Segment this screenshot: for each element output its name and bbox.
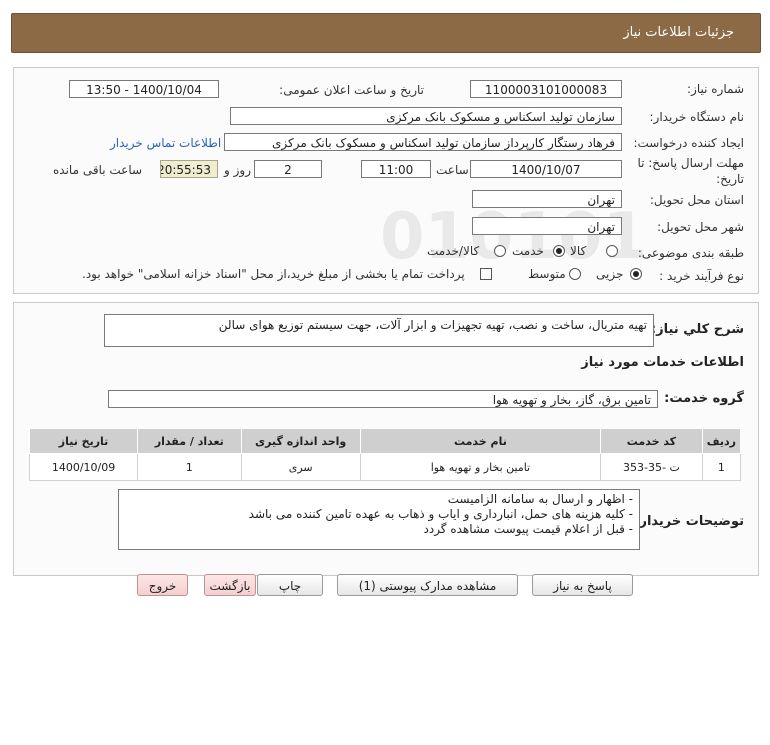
cell-qty: 1 — [137, 453, 242, 481]
purchase-radio-medium[interactable] — [569, 268, 581, 280]
col-code: کد خدمت — [600, 428, 703, 454]
deadline-days-field: 2 — [254, 160, 322, 178]
summary-field: تهیه متریال، ساخت و نصب، تهیه تجهیزات و … — [104, 314, 654, 347]
buyer-org-label: نام دستگاه خریدار: — [649, 110, 745, 124]
purchase-radio-minor[interactable] — [630, 268, 642, 280]
col-name: نام خدمت — [359, 428, 602, 454]
purchase-type-label: نوع فرآیند خرید : — [659, 269, 744, 283]
need-number-label: شماره نیاز: — [687, 82, 744, 96]
buyer-contact-link[interactable]: اطلاعات تماس خریدار — [110, 136, 221, 150]
category-option-service: خدمت — [512, 244, 544, 258]
attachments-button[interactable]: مشاهده مدارک پیوستی (1) — [337, 574, 518, 596]
category-label: طبقه بندی موضوعی: — [637, 246, 744, 260]
deadline-label: مهلت ارسال پاسخ: تا تاریخ: — [634, 155, 744, 187]
col-qty: تعداد / مقدار — [137, 428, 242, 454]
buyer-note-line: - قبل از اعلام قیمت پیوست مشاهده گردد — [423, 522, 634, 536]
page-title: جزئیات اطلاعات نیاز — [623, 25, 734, 40]
treasury-payment-checkbox[interactable] — [480, 268, 492, 280]
cell-name: تامین بخار و تهویه هوا — [359, 453, 602, 481]
col-unit: واحد اندازه گیری — [240, 428, 361, 454]
city-field: تهران — [472, 217, 622, 235]
print-button[interactable]: چاپ — [257, 574, 323, 596]
buyer-org-field: سازمان تولید اسکناس و مسکوک بانک مرکزی — [230, 107, 622, 125]
cell-code: ت -35-353 — [600, 453, 703, 481]
page-header: جزئیات اطلاعات نیاز — [11, 13, 761, 53]
city-label: شهر محل تحویل: — [657, 220, 744, 234]
cell-row: 1 — [701, 453, 742, 481]
deadline-time-label: ساعت — [436, 163, 469, 177]
col-row: ردیف — [701, 428, 742, 454]
announce-datetime-field: 1400/10/04 - 13:50 — [69, 80, 219, 98]
buyer-notes-box: - اظهار و ارسال به سامانه الزامیست - کلی… — [118, 489, 640, 550]
deadline-label-text: مهلت ارسال پاسخ: تا تاریخ: — [637, 156, 744, 186]
deadline-time-field: 11:00 — [361, 160, 431, 178]
col-date: تاریخ نیاز — [28, 428, 139, 454]
announce-datetime-label: تاریخ و ساعت اعلان عمومی: — [279, 83, 424, 97]
treasury-payment-note: پرداخت تمام یا بخشی از مبلغ خرید،از محل … — [82, 267, 465, 281]
table-row: 1 ت -35-353 تامین بخار و تهویه هوا سری 1… — [28, 453, 742, 481]
category-radio-goods-service[interactable] — [494, 245, 506, 257]
creator-field: فرهاد رستگار کارپرداز سازمان تولید اسکنا… — [224, 133, 622, 151]
reply-button[interactable]: پاسخ به نیاز — [532, 574, 633, 596]
buyer-note-line: - اظهار و ارسال به سامانه الزامیست — [447, 492, 633, 506]
deadline-date-field: 1400/10/07 — [470, 160, 622, 178]
service-group-field: تامین برق، گاز، بخار و تهویه هوا — [108, 390, 658, 408]
creator-label: ایجاد کننده درخواست: — [633, 136, 744, 150]
purchase-option-medium: متوسط — [528, 267, 566, 281]
deadline-days-label: روز و — [224, 163, 251, 177]
buyer-note-line: - کلیه هزینه های حمل، انبارداری و ایاب و… — [248, 507, 633, 521]
remaining-time-field: 20:55:53 — [160, 160, 218, 178]
need-number-field: 1100003101000083 — [470, 80, 622, 98]
back-button[interactable]: بازگشت — [204, 574, 256, 596]
summary-label: شرح کلي نیاز: — [650, 322, 744, 337]
buyer-notes-label: توضیحات خریدار: — [634, 514, 744, 529]
exit-button[interactable]: خروج — [137, 574, 188, 596]
service-group-label: گروه خدمت: — [664, 391, 744, 406]
remaining-time-label: ساعت باقی مانده — [53, 163, 143, 177]
category-option-goods: کالا — [570, 244, 587, 258]
cell-date: 1400/10/09 — [28, 453, 139, 481]
cell-unit: سری — [240, 453, 361, 481]
services-table-header: ردیف کد خدمت نام خدمت واحد اندازه گیری ت… — [28, 428, 742, 454]
province-field: تهران — [472, 190, 622, 208]
province-label: استان محل تحویل: — [649, 193, 744, 207]
category-radio-goods[interactable] — [606, 245, 618, 257]
category-option-goods-service: کالا/خدمت — [427, 244, 480, 258]
category-radio-service[interactable] — [553, 245, 565, 257]
services-title: اطلاعات خدمات مورد نیاز — [581, 355, 744, 370]
purchase-option-minor: جزیی — [596, 267, 624, 281]
services-table: ردیف کد خدمت نام خدمت واحد اندازه گیری ت… — [28, 428, 742, 481]
